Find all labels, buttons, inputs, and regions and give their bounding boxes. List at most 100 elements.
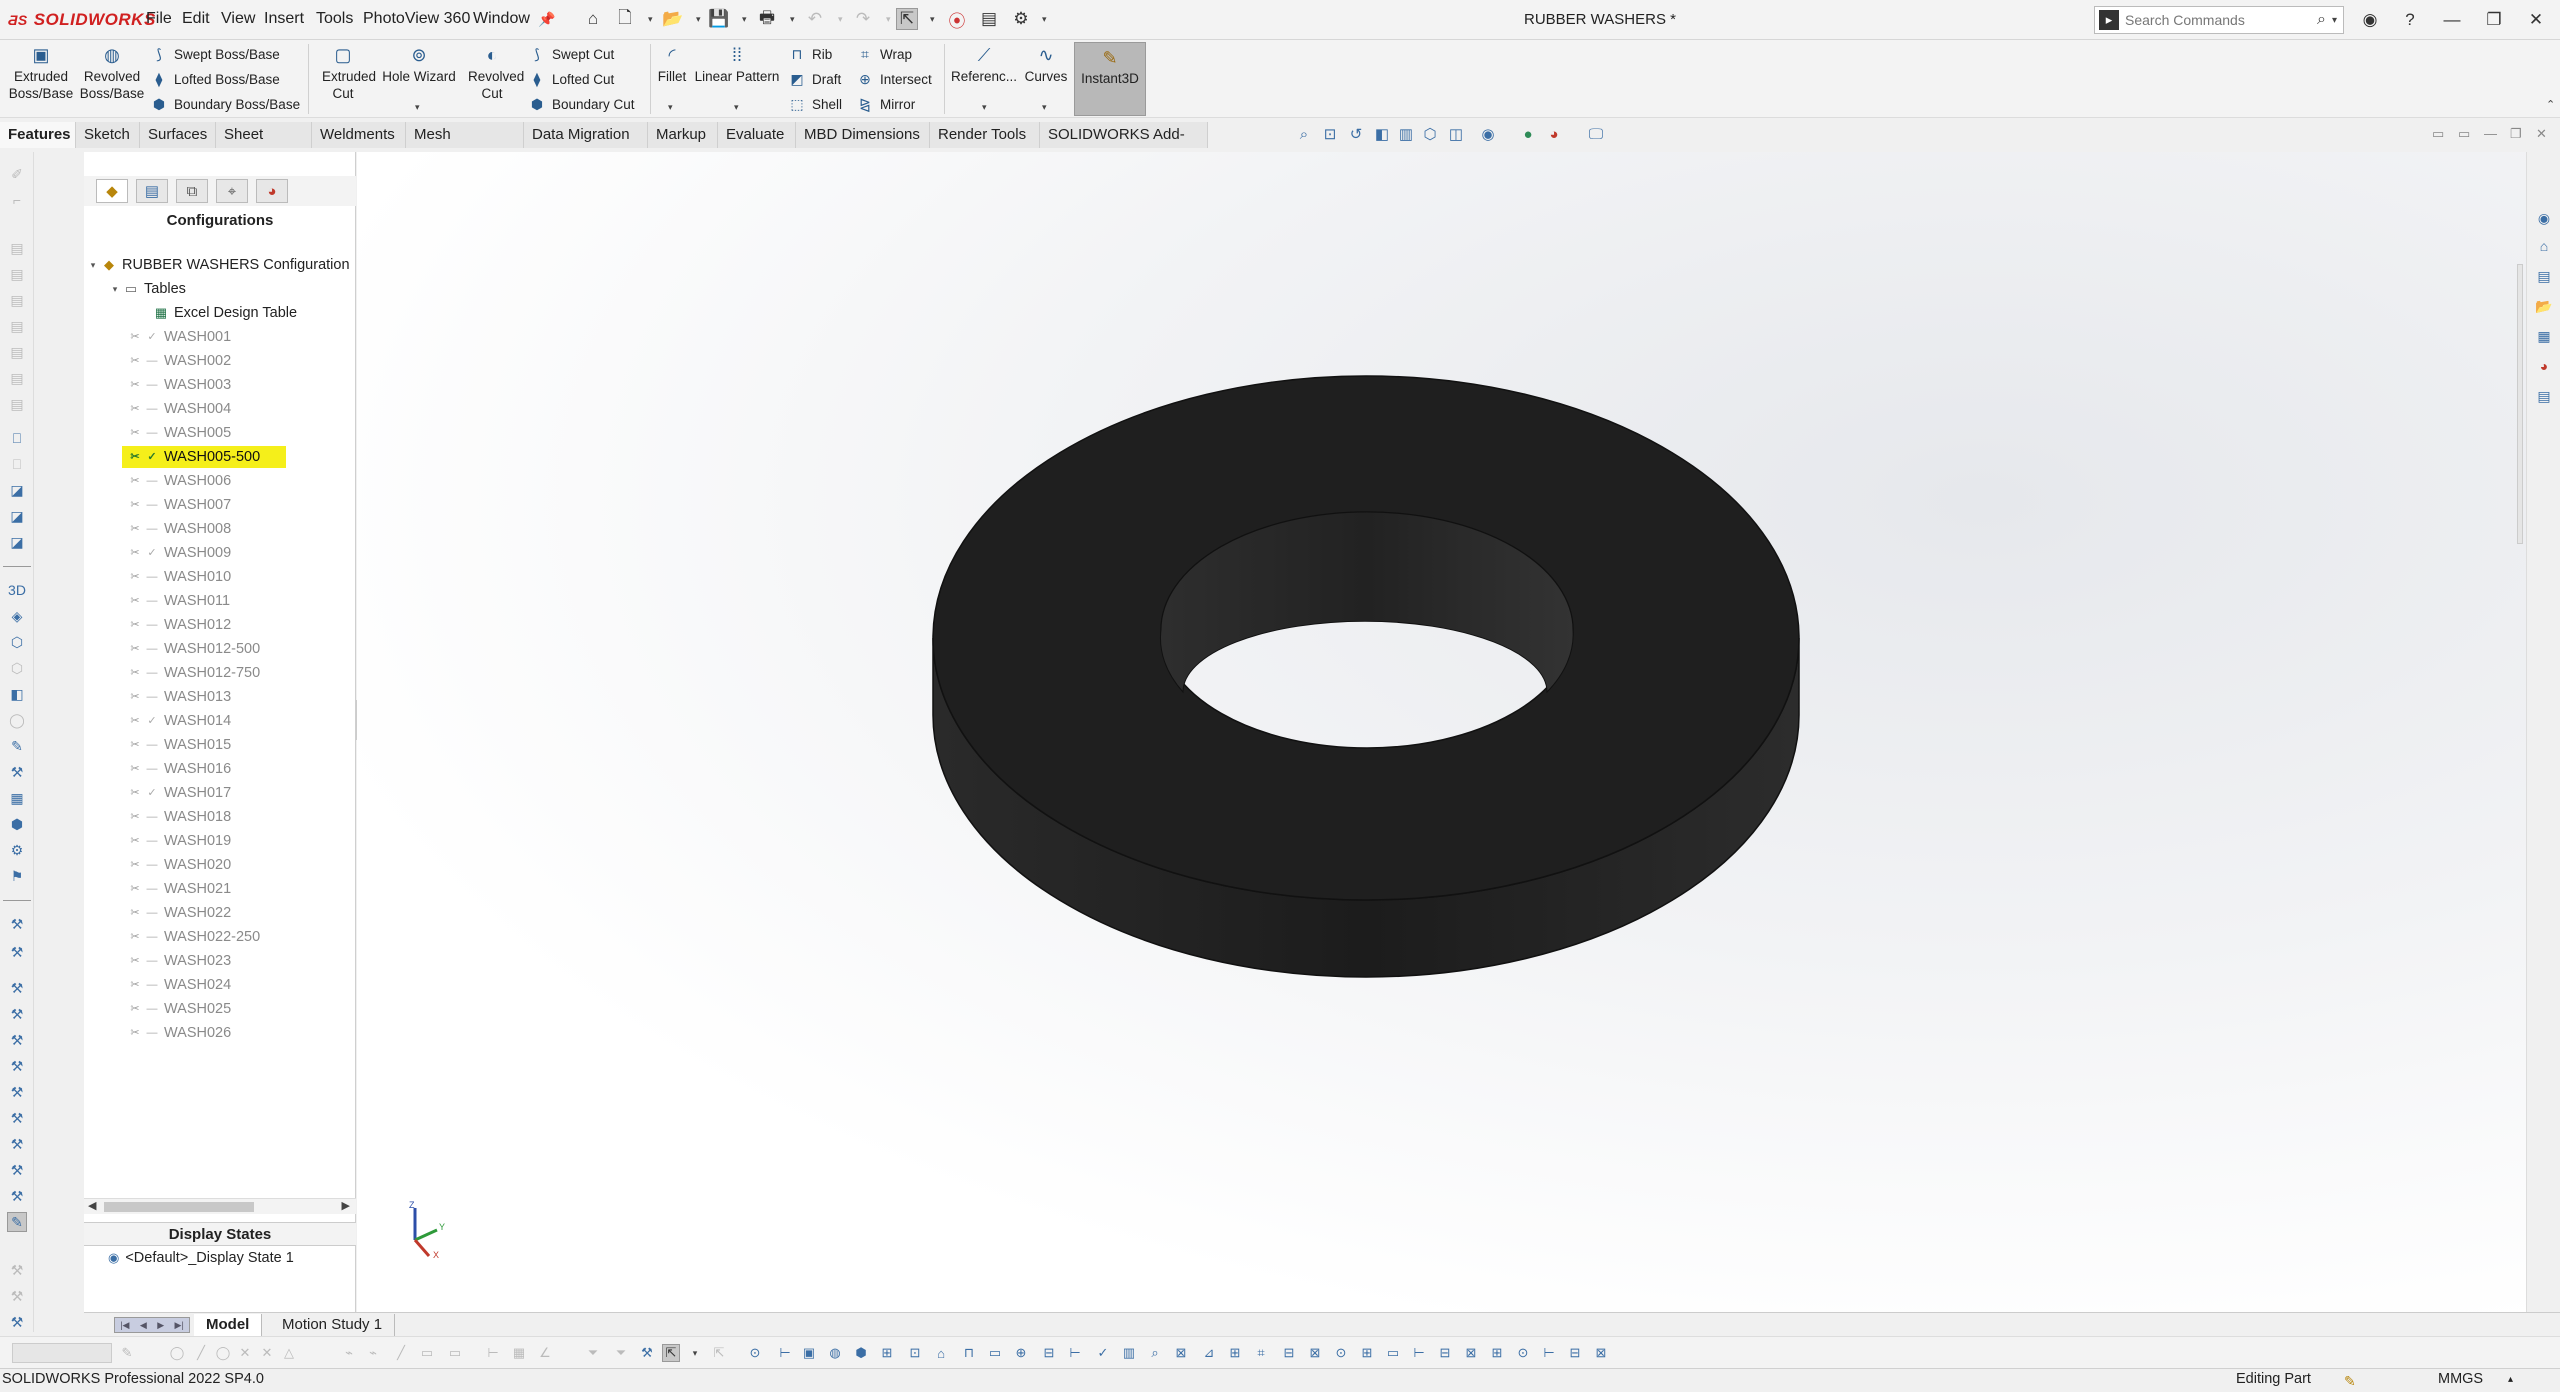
- curves-dropdown-icon[interactable]: ▾: [1042, 102, 1047, 113]
- tool-icon-2[interactable]: ⚒: [7, 914, 27, 934]
- toolbar-icon-32[interactable]: ▥: [1120, 1344, 1138, 1362]
- unit-system[interactable]: MMGS: [2438, 1369, 2483, 1390]
- print-icon[interactable]: 🖶: [756, 8, 778, 30]
- interference-icon[interactable]: ◪: [7, 532, 27, 552]
- collapse-tables-icon[interactable]: ▾: [108, 278, 122, 300]
- configuration-item[interactable]: ✂ — WASH026: [128, 1022, 231, 1044]
- view-icon[interactable]: ◧: [7, 684, 27, 704]
- toolbar-icon-15[interactable]: ∠: [536, 1344, 554, 1362]
- tab-sketch[interactable]: Sketch: [76, 122, 140, 148]
- toolbar-icon-20[interactable]: ▣: [800, 1344, 818, 1362]
- mass-props-icon[interactable]: ⎕: [7, 454, 27, 474]
- open-icon[interactable]: 📂: [662, 8, 684, 30]
- tab-surfaces[interactable]: Surfaces: [140, 122, 216, 148]
- tool-icon-14[interactable]: ⚒: [7, 1286, 27, 1306]
- part-icon-2[interactable]: ⬡: [7, 658, 27, 678]
- search-icon[interactable]: ⌕: [2317, 11, 2326, 29]
- toolbar-icon-45[interactable]: ⊠: [1462, 1344, 1480, 1362]
- doc-close-icon[interactable]: ✕: [2536, 126, 2547, 142]
- toolbar-icon-37[interactable]: ⌗: [1252, 1344, 1270, 1362]
- tool-icon-10[interactable]: ⚒: [7, 1134, 27, 1154]
- first-tab-icon[interactable]: |◀: [120, 1320, 129, 1331]
- tab-property-manager[interactable]: ▤: [136, 179, 168, 203]
- configuration-item[interactable]: ✂ — WASH012-500: [128, 638, 260, 660]
- feature-icon-4[interactable]: ▤: [7, 316, 27, 336]
- viewport-tile-icon[interactable]: ▭: [2432, 126, 2444, 142]
- menu-window[interactable]: Window: [473, 10, 530, 28]
- configuration-item[interactable]: ✂ — WASH010: [128, 566, 231, 588]
- tool-icon-13[interactable]: ⚒: [7, 1260, 27, 1280]
- 3d-view-icon[interactable]: 3D: [7, 580, 27, 600]
- redo-icon[interactable]: ↷: [852, 8, 874, 30]
- hole-wizard-button[interactable]: ⊚ Hole Wizard: [378, 44, 460, 85]
- revolved-boss-button[interactable]: ◍ Revolved Boss/Base: [78, 44, 146, 102]
- fillet-dropdown-icon[interactable]: ▾: [668, 102, 673, 113]
- extruded-cut-button[interactable]: ▢ Extruded Cut: [312, 44, 376, 102]
- appearances-scenes-icon[interactable]: ◕: [2534, 356, 2554, 376]
- lofted-boss-button[interactable]: ⧫ Lofted Boss/Base: [150, 70, 280, 88]
- toolbar-icon-49[interactable]: ⊟: [1566, 1344, 1584, 1362]
- tab-features[interactable]: Features: [0, 122, 76, 148]
- settings-icon[interactable]: ⚙: [7, 840, 27, 860]
- feature-icon-3[interactable]: ▤: [7, 290, 27, 310]
- tool-icon-8[interactable]: ⚒: [7, 1082, 27, 1102]
- configuration-item[interactable]: ✂ — WASH007: [128, 494, 231, 516]
- instant3d-button[interactable]: ✎ Instant3D: [1074, 42, 1146, 116]
- swept-boss-button[interactable]: ⟆ Swept Boss/Base: [150, 45, 280, 63]
- table-icon[interactable]: ▦: [7, 788, 27, 808]
- select-tool-icon[interactable]: ⇱: [662, 1344, 680, 1362]
- configuration-item[interactable]: ✂ — WASH011: [128, 590, 230, 612]
- tree-design-table[interactable]: ▦ Excel Design Table: [152, 302, 297, 324]
- options-dropdown-icon[interactable]: ▾: [1042, 14, 1047, 25]
- tab-feature-tree[interactable]: ◆: [96, 179, 128, 203]
- sphere-icon[interactable]: ◯: [7, 710, 27, 730]
- minimize-icon[interactable]: —: [2438, 6, 2466, 34]
- configuration-item[interactable]: ✂ ✓ WASH017: [128, 782, 231, 804]
- toolbar-icon-33[interactable]: ⌕: [1146, 1344, 1164, 1362]
- part-icon[interactable]: ⬡: [7, 632, 27, 652]
- display-state-item[interactable]: ◉ <Default>_Display State 1: [108, 1250, 294, 1266]
- toolbar-icon-34[interactable]: ⊠: [1172, 1344, 1190, 1362]
- last-tab-icon[interactable]: ▶|: [175, 1320, 184, 1331]
- measure-icon[interactable]: ⎕: [7, 428, 27, 448]
- custom-properties-icon[interactable]: ▤: [2534, 386, 2554, 406]
- file-properties-icon[interactable]: ▤: [978, 8, 1000, 30]
- check-icon[interactable]: ◪: [7, 506, 27, 526]
- boundary-cut-button[interactable]: ⬢ Boundary Cut: [528, 95, 635, 113]
- toolbar-icon-4[interactable]: ◯: [214, 1344, 232, 1362]
- restore-icon[interactable]: ❐: [2480, 6, 2508, 34]
- tool-icon-4[interactable]: ⚒: [7, 978, 27, 998]
- select-dropdown-icon-2[interactable]: ▾: [686, 1344, 704, 1362]
- search-commands-box[interactable]: ▸ Search Commands ⌕ ▾: [2094, 6, 2344, 34]
- linear-pattern-button[interactable]: ⁞⁞ Linear Pattern: [692, 44, 782, 85]
- tool-icon-9[interactable]: ⚒: [7, 1108, 27, 1128]
- collapse-ribbon-icon[interactable]: ⌃: [2546, 98, 2555, 111]
- toolbar-icon-48[interactable]: ⊢: [1540, 1344, 1558, 1362]
- task-pane-handle[interactable]: [2517, 264, 2523, 544]
- configuration-item[interactable]: ✂ ✓ WASH009: [128, 542, 231, 564]
- configuration-item[interactable]: ✂ — WASH004: [128, 398, 231, 420]
- next-tab-icon[interactable]: ▶: [157, 1320, 164, 1331]
- tab-motion-study[interactable]: Motion Study 1: [270, 1314, 396, 1336]
- toolbar-icon-14[interactable]: ▦: [510, 1344, 528, 1362]
- doc-restore-icon[interactable]: ❐: [2510, 126, 2522, 142]
- file-explorer-icon[interactable]: 📂: [2534, 296, 2554, 316]
- configuration-item[interactable]: ✂ — WASH020: [128, 854, 231, 876]
- toolbar-icon-19[interactable]: ⊢: [776, 1344, 794, 1362]
- toolbar-icon-39[interactable]: ⊠: [1306, 1344, 1324, 1362]
- toolbar-icon-26[interactable]: ⊓: [960, 1344, 978, 1362]
- horizontal-scrollbar[interactable]: ◀ ▶: [84, 1198, 356, 1214]
- boundary-boss-button[interactable]: ⬢ Boundary Boss/Base: [150, 95, 300, 113]
- tab-mesh-modeling[interactable]: Mesh Modeling: [406, 122, 524, 169]
- shell-button[interactable]: ⬚ Shell: [788, 95, 842, 113]
- tab-dimxpert-manager[interactable]: ⌖: [216, 179, 248, 203]
- toolbar-icon-11[interactable]: ▭: [418, 1344, 436, 1362]
- menu-view[interactable]: View: [221, 10, 255, 28]
- feature-icon[interactable]: ▤: [7, 238, 27, 258]
- reference-geometry-button[interactable]: ⟋ Referenc...: [948, 44, 1020, 85]
- toolbar-icon-9[interactable]: ⌁: [364, 1344, 382, 1362]
- save-icon[interactable]: 💾: [708, 8, 730, 30]
- view-settings-icon[interactable]: 🖵: [1586, 124, 1606, 144]
- configuration-item[interactable]: ✂ — WASH012-750: [128, 662, 260, 684]
- select-dropdown-icon[interactable]: ▾: [930, 14, 935, 25]
